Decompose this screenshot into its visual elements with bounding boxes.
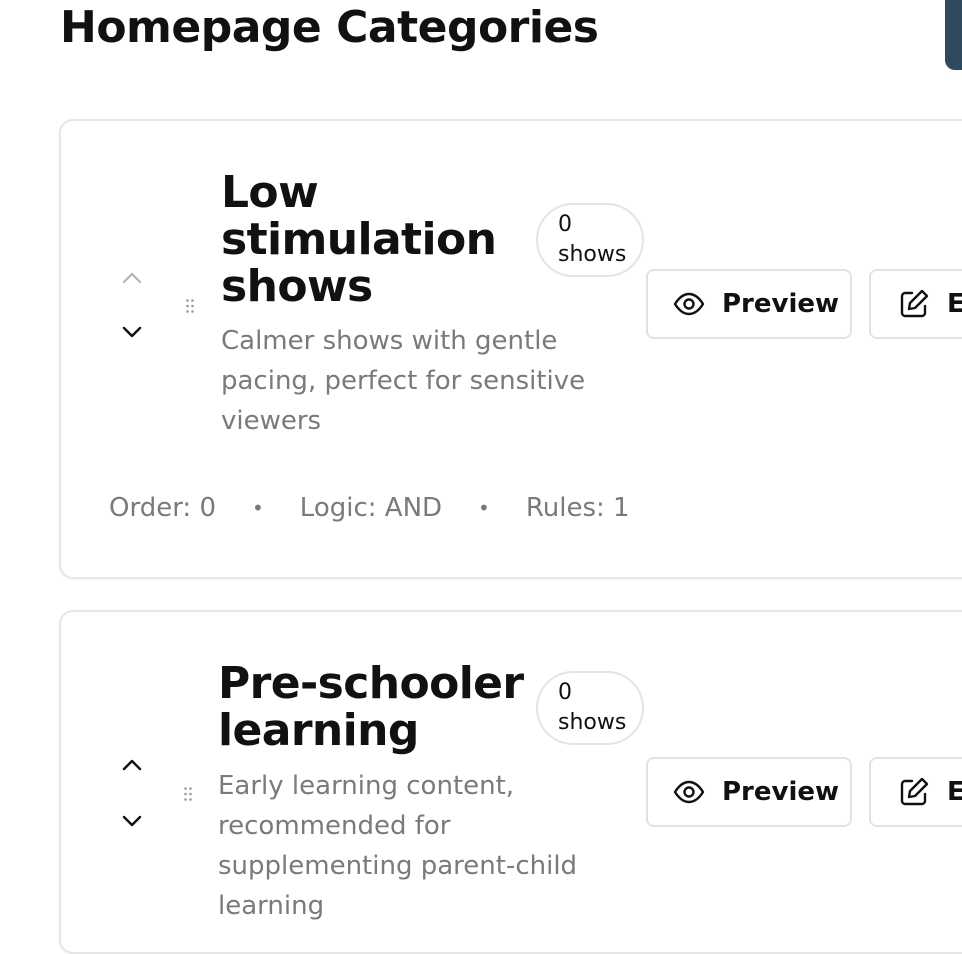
chevron-down-icon[interactable] — [121, 321, 143, 343]
category-card: Low stimulation shows 0 shows Calmer sho… — [59, 119, 962, 579]
show-count-number: 0 — [558, 212, 572, 237]
edit-label: Ed — [947, 289, 962, 319]
header-action-button[interactable] — [945, 0, 962, 70]
show-count-badge: 0 shows — [536, 671, 644, 745]
drag-handle-icon[interactable] — [185, 298, 195, 314]
category-title: Low stimulation shows — [221, 167, 497, 312]
category-title: Pre-schooler learning — [218, 658, 524, 756]
logic-meta: Logic: AND — [299, 493, 443, 523]
edit-label: Ed — [947, 777, 962, 807]
category-description: Calmer shows with gentle pacing, perfect… — [221, 326, 586, 436]
rules-meta: Rules: 1 — [525, 493, 630, 523]
order-meta: Order: 0 — [109, 493, 216, 523]
chevron-up-icon[interactable] — [121, 754, 143, 776]
show-count-badge: 0 shows — [536, 203, 644, 277]
show-count-number: 0 — [558, 680, 572, 705]
preview-label: Preview — [722, 289, 840, 319]
eye-icon — [672, 775, 706, 809]
edit-icon — [897, 775, 931, 809]
show-count-unit: shows — [558, 242, 627, 267]
eye-icon — [672, 287, 706, 321]
show-count-unit: shows — [558, 710, 627, 735]
category-meta: Order: 0 • Logic: AND • Rules: 1 — [109, 493, 630, 523]
preview-button[interactable]: Preview — [646, 757, 852, 827]
chevron-down-icon[interactable] — [121, 810, 143, 832]
meta-separator: • — [252, 496, 264, 520]
edit-button[interactable]: Ed — [869, 757, 962, 827]
preview-label: Preview — [722, 777, 840, 807]
meta-separator: • — [478, 496, 490, 520]
drag-handle-icon[interactable] — [183, 786, 193, 802]
category-description: Early learning content, recommended for … — [218, 771, 578, 921]
category-card: Pre-schooler learning 0 shows Early lear… — [59, 610, 962, 954]
edit-button[interactable]: Ed — [869, 269, 962, 339]
preview-button[interactable]: Preview — [646, 269, 852, 339]
page-title: Homepage Categories — [60, 2, 599, 53]
edit-icon — [897, 287, 931, 321]
chevron-up-icon[interactable] — [121, 267, 143, 289]
